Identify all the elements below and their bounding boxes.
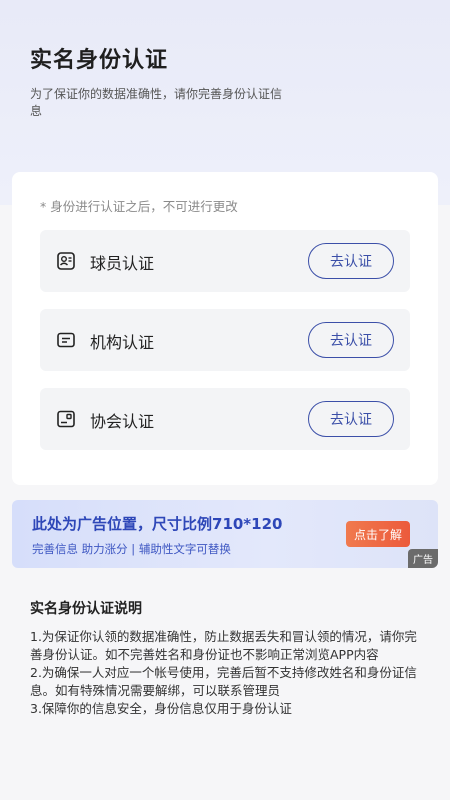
- card-note: * 身份进行认证之后，不可进行更改: [40, 199, 238, 214]
- player-verify-button[interactable]: 去认证: [308, 243, 394, 279]
- association-verify-button[interactable]: 去认证: [308, 401, 394, 437]
- verification-card: * 身份进行认证之后，不可进行更改 球员认证 去认证 机构认证 去认证 协会认证…: [12, 172, 438, 485]
- ad-tag: 广告: [408, 549, 438, 568]
- ad-subtitle: 完善信息 助力涨分 | 辅助性文字可替换: [32, 542, 231, 556]
- association-verify-row: 协会认证 去认证: [40, 388, 410, 450]
- player-verify-label: 球员认证: [90, 254, 155, 273]
- institution-card-icon: [56, 330, 76, 350]
- player-verify-row: 球员认证 去认证: [40, 230, 410, 292]
- page-title: 实名身份认证: [30, 48, 169, 73]
- association-icon: [56, 409, 76, 429]
- explanation-item: 3.保障你的信息安全，身份信息仅用于身份认证: [30, 701, 292, 716]
- institution-verify-row: 机构认证 去认证: [40, 309, 410, 371]
- page-subtitle: 为了保证你的数据准确性，请你完善身份认证信息: [30, 87, 283, 118]
- ad-title: 此处为广告位置，尺寸比例710*120: [32, 515, 283, 533]
- ad-cta-button[interactable]: 点击了解: [346, 521, 410, 547]
- ad-banner[interactable]: 此处为广告位置，尺寸比例710*120 完善信息 助力涨分 | 辅助性文字可替换…: [12, 500, 438, 568]
- association-verify-label: 协会认证: [90, 412, 155, 431]
- institution-verify-label: 机构认证: [90, 333, 155, 352]
- explanation-body: 1.为保证你认领的数据准确性，防止数据丢失和冒认领的情况，请你完善身份认证。如不…: [30, 628, 425, 718]
- explanation-item: 1.为保证你认领的数据准确性，防止数据丢失和冒认领的情况，请你完善身份认证。如不…: [30, 629, 417, 662]
- explanation-title: 实名身份认证说明: [30, 601, 142, 617]
- player-id-icon: [56, 251, 76, 271]
- institution-verify-button[interactable]: 去认证: [308, 322, 394, 358]
- explanation-item: 2.为确保一人对应一个帐号使用，完善后暂不支持修改姓名和身份证信息。如有特殊情况…: [30, 665, 417, 698]
